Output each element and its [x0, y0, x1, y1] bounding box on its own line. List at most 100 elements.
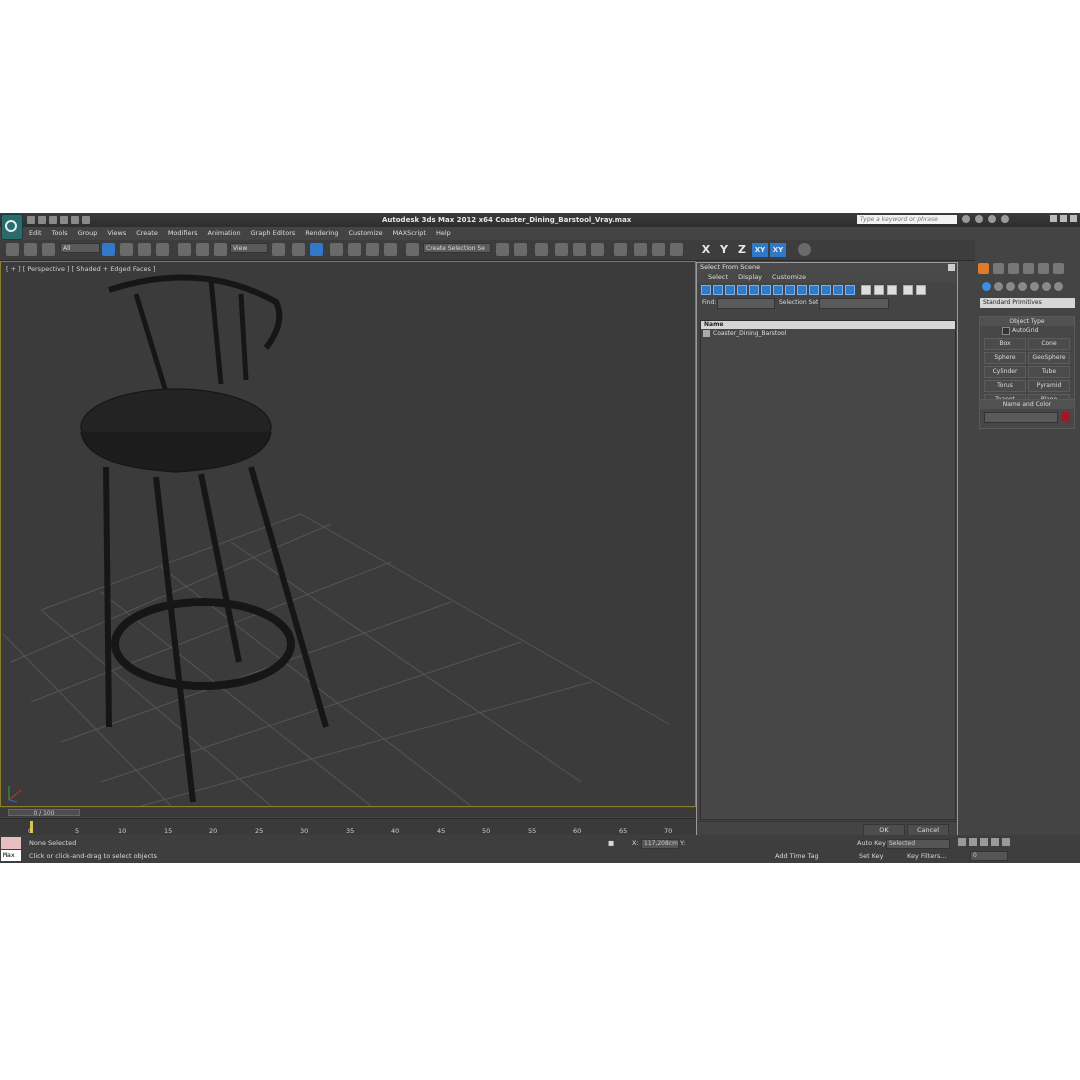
box-button[interactable]: Box — [984, 338, 1026, 350]
motion-tab-icon[interactable] — [1023, 263, 1034, 274]
restrict-y-button[interactable]: Y — [716, 243, 732, 257]
mirror-icon[interactable] — [496, 243, 509, 256]
help-search-input[interactable]: Type a keyword or phrase — [857, 215, 957, 224]
minimize-icon[interactable] — [1050, 215, 1057, 222]
find-input[interactable] — [717, 298, 775, 309]
display-geometry-icon[interactable] — [701, 285, 711, 295]
perspective-viewport[interactable]: [ + ] [ Perspective ] [ Shaded + Edged F… — [0, 261, 696, 807]
display-bones-icon[interactable] — [797, 285, 807, 295]
display-groups-icon[interactable] — [773, 285, 783, 295]
curve-editor-icon[interactable] — [573, 243, 586, 256]
material-editor-icon[interactable] — [614, 243, 627, 256]
auto-key-button[interactable]: Auto Key — [857, 839, 886, 847]
layer-manager-icon[interactable] — [535, 243, 548, 256]
align-icon[interactable] — [514, 243, 527, 256]
filter-options-icon[interactable] — [916, 285, 926, 295]
named-selection-set-dropdown[interactable]: Create Selection Se — [423, 243, 491, 253]
application-menu-button[interactable] — [1, 214, 23, 240]
dialog-menu-customize[interactable]: Customize — [767, 272, 811, 283]
primitive-type-dropdown[interactable]: Standard Primitives — [980, 298, 1075, 308]
restrict-x-button[interactable]: X — [698, 243, 714, 257]
display-all-icon[interactable] — [845, 285, 855, 295]
favorites-icon[interactable] — [988, 215, 996, 223]
menu-rendering[interactable]: Rendering — [300, 228, 343, 239]
object-name-input[interactable] — [984, 412, 1058, 423]
schematic-view-icon[interactable] — [591, 243, 604, 256]
restrict-plane-button[interactable]: XY — [770, 243, 786, 257]
dialog-menu-select[interactable]: Select — [703, 272, 733, 283]
display-space-warps-icon[interactable] — [761, 285, 771, 295]
project-folder-icon[interactable] — [82, 216, 90, 224]
rendered-frame-window-icon[interactable] — [652, 243, 665, 256]
object-color-swatch[interactable] — [1062, 412, 1070, 421]
vray-icon[interactable] — [798, 243, 811, 256]
unlink-icon[interactable] — [24, 243, 37, 256]
reference-coordinate-dropdown[interactable]: View — [230, 243, 268, 253]
display-helpers-icon[interactable] — [749, 285, 759, 295]
key-filters-button[interactable]: Key Filters... — [907, 852, 947, 860]
x-coord-field[interactable]: 117,208cm — [641, 839, 679, 849]
shapes-icon[interactable] — [994, 282, 1003, 291]
menu-modifiers[interactable]: Modifiers — [163, 228, 203, 239]
graphite-ribbon-icon[interactable] — [555, 243, 568, 256]
dialog-close-icon[interactable] — [948, 264, 955, 271]
previous-frame-icon[interactable] — [969, 838, 977, 846]
scene-object-list[interactable]: Name Coaster_Dining_Barstool — [700, 320, 956, 820]
angle-snap-icon[interactable] — [348, 243, 361, 256]
select-by-name-icon[interactable] — [120, 243, 133, 256]
select-object-icon[interactable] — [102, 243, 115, 256]
list-item[interactable]: Coaster_Dining_Barstool — [701, 329, 955, 338]
space-warps-icon[interactable] — [1042, 282, 1051, 291]
next-frame-icon[interactable] — [991, 838, 999, 846]
open-file-icon[interactable] — [38, 216, 46, 224]
menu-create[interactable]: Create — [131, 228, 163, 239]
move-icon[interactable] — [178, 243, 191, 256]
display-xrefs-icon[interactable] — [785, 285, 795, 295]
percent-snap-icon[interactable] — [366, 243, 379, 256]
utilities-tab-icon[interactable] — [1053, 263, 1064, 274]
rotate-icon[interactable] — [196, 243, 209, 256]
sphere-button[interactable]: Sphere — [984, 352, 1026, 364]
select-none-icon[interactable] — [874, 285, 884, 295]
cylinder-button[interactable]: Cylinder — [984, 366, 1026, 378]
add-time-tag[interactable]: Add Time Tag — [775, 852, 819, 860]
hierarchy-tab-icon[interactable] — [1008, 263, 1019, 274]
time-slider[interactable]: 0 / 100 — [0, 808, 696, 817]
menu-views[interactable]: Views — [102, 228, 131, 239]
display-hidden-icon[interactable] — [833, 285, 843, 295]
restrict-z-button[interactable]: Z — [734, 243, 750, 257]
edit-named-selection-icon[interactable] — [406, 243, 419, 256]
communication-icon[interactable] — [975, 215, 983, 223]
cameras-icon[interactable] — [1018, 282, 1027, 291]
bind-space-warp-icon[interactable] — [42, 243, 55, 256]
time-slider-thumb[interactable]: 0 / 100 — [8, 809, 80, 817]
menu-maxscript[interactable]: MAXScript — [388, 228, 431, 239]
menu-edit[interactable]: Edit — [24, 228, 47, 239]
key-mode-dropdown[interactable]: Selected — [886, 839, 950, 849]
render-setup-icon[interactable] — [634, 243, 647, 256]
cone-button[interactable]: Cone — [1028, 338, 1070, 350]
modify-tab-icon[interactable] — [993, 263, 1004, 274]
go-to-start-icon[interactable] — [958, 838, 966, 846]
set-key-button[interactable]: Set Key — [859, 852, 884, 860]
pivot-center-icon[interactable] — [272, 243, 285, 256]
play-icon[interactable] — [980, 838, 988, 846]
select-invert-icon[interactable] — [887, 285, 897, 295]
maxscript-mini-listener[interactable]: Max — [1, 850, 21, 861]
rectangular-selection-icon[interactable] — [138, 243, 151, 256]
lights-icon[interactable] — [1006, 282, 1015, 291]
current-frame-field[interactable]: 0 — [970, 851, 1008, 861]
manipulate-icon[interactable] — [292, 243, 305, 256]
menu-graph-editors[interactable]: Graph Editors — [246, 228, 301, 239]
dialog-menu-display[interactable]: Display — [733, 272, 767, 283]
geosphere-button[interactable]: GeoSphere — [1028, 352, 1070, 364]
restore-icon[interactable] — [1060, 215, 1067, 222]
selection-filter-dropdown[interactable]: All — [60, 243, 100, 253]
lock-icon[interactable]: ■ — [608, 839, 614, 847]
render-production-icon[interactable] — [670, 243, 683, 256]
torus-button[interactable]: Torus — [984, 380, 1026, 392]
menu-tools[interactable]: Tools — [47, 228, 73, 239]
display-tab-icon[interactable] — [1038, 263, 1049, 274]
display-lights-icon[interactable] — [725, 285, 735, 295]
redo-icon[interactable] — [71, 216, 79, 224]
